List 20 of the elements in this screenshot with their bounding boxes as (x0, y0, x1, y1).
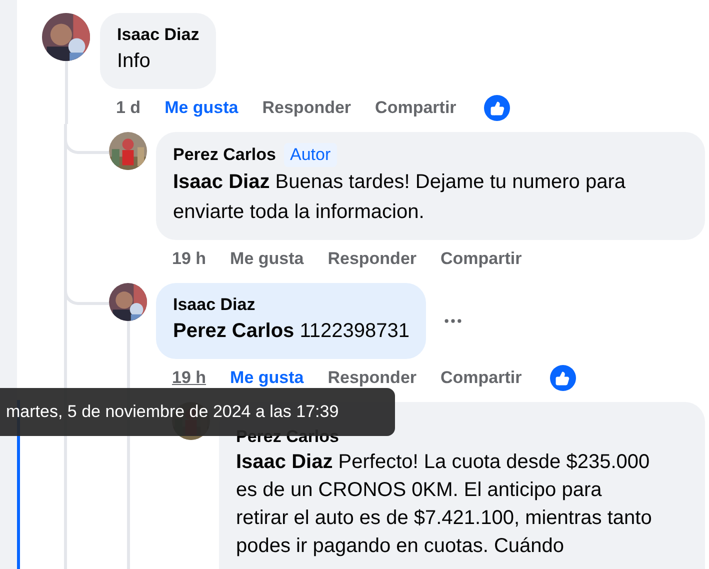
comment-time[interactable]: 19 h (172, 368, 206, 388)
share-link[interactable]: Compartir (375, 98, 456, 118)
share-link[interactable]: Compartir (440, 249, 522, 269)
like-link[interactable]: Me gusta (230, 249, 304, 269)
comment-text: Isaac Diaz Perfecto! La cuota desde $235.000 es de un CRONOS 0KM. El anticipo para retirar el auto es de $7.421.100, mientras tanto podes ir pagando en cuotas. Cuándo (236, 450, 653, 559)
comment-text: Info (117, 49, 152, 74)
share-link[interactable]: Compartir (440, 368, 522, 388)
comment-time[interactable]: 1 d (116, 98, 141, 118)
author-name[interactable]: Isaac Diaz (173, 294, 256, 316)
like-link[interactable]: Me gusta (164, 98, 238, 118)
comment-text: Isaac Diaz Buenas tardes! Dejame tu numero para enviarte toda la informacion. (173, 170, 626, 225)
comment-time[interactable]: 19 h (172, 249, 206, 269)
comment-text: Perez Carlos 1122398731 (173, 319, 410, 344)
reply-link[interactable]: Responder (328, 368, 417, 388)
author-name[interactable]: Perez Carlos (173, 144, 276, 166)
reply-link[interactable]: Responder (328, 249, 417, 269)
reply-link[interactable]: Responder (262, 98, 352, 118)
like-link[interactable]: Me gusta (230, 368, 304, 388)
author-name[interactable]: Isaac Diaz (117, 24, 200, 46)
author-badge: Autor (284, 143, 337, 167)
